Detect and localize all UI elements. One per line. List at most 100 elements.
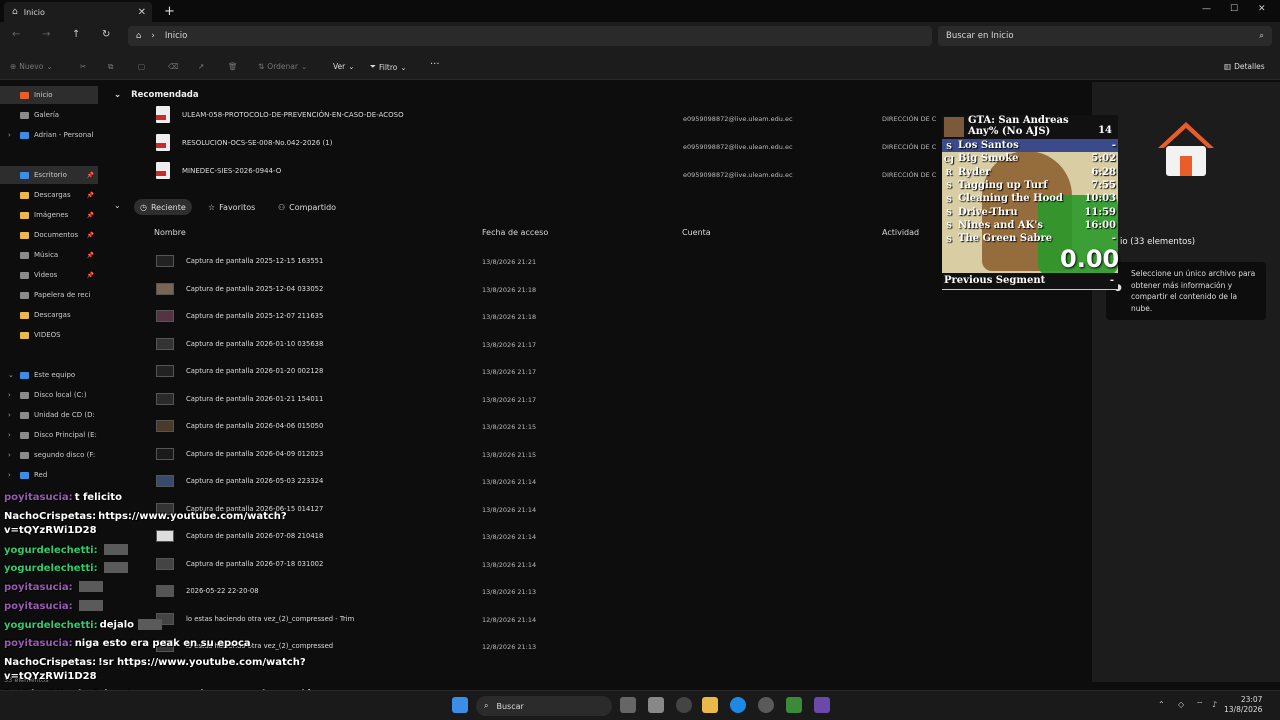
column-date[interactable]: Fecha de acceso [482,228,548,237]
details-button[interactable]: ▥ Detalles [1224,62,1265,71]
column-activity[interactable]: Actividad [882,228,919,237]
column-name[interactable]: Nombre [154,228,186,237]
chevron-down-icon[interactable]: ⌄ [114,201,121,210]
refresh-icon[interactable]: ↻ [102,29,110,40]
view-button[interactable]: Ver ⌄ [333,62,355,71]
obs-icon[interactable] [676,697,692,713]
sort-button[interactable]: ⇅ Ordenar ⌄ [258,62,307,71]
chevron-right-icon[interactable]: › [8,391,11,399]
file-row[interactable]: Captura de pantalla 2026-04-09 012023 [156,444,716,464]
network-icon[interactable]: ◇ [1178,700,1184,709]
sidebar-item-16[interactable]: › segundo disco (F: [0,446,98,464]
volume-icon[interactable]: ♪ [1212,700,1217,709]
cut-icon[interactable]: ✂ [80,62,86,71]
store-icon[interactable] [648,697,664,713]
close-window-button[interactable]: ✕ [1258,4,1266,14]
sidebar-item-13[interactable]: › Disco local (C:) [0,386,98,404]
chevron-right-icon[interactable]: › [8,431,11,439]
more-options-button[interactable]: ··· [430,59,440,70]
recommended-item[interactable]: ULEAM-058-PROTOCOLO-DE-PREVENCIÓN-EN-CAS… [156,106,404,123]
pin-icon[interactable]: 📌 [87,232,94,239]
taskbar-clock[interactable]: 23:07 13/8/2026 [1224,695,1262,715]
file-row[interactable]: Captura de pantalla 2025-12-04 033052 [156,279,716,299]
address-field[interactable]: ⌂ › Inicio [128,26,932,46]
recommended-section[interactable]: ⌄ Recomendada [114,90,199,100]
file-row[interactable]: Captura de pantalla 2026-05-03 223324 [156,471,716,491]
tab-favorites[interactable]: ☆ Favoritos [202,199,261,215]
sidebar-item-10[interactable]: Descargas [0,306,98,324]
new-tab-button[interactable]: + [164,4,175,19]
file-row[interactable]: Captura de pantalla 2026-01-10 035638 [156,334,716,354]
sidebar-item-17[interactable]: › Red [0,466,98,484]
sidebar-item-7[interactable]: Música 📌 [0,246,98,264]
file-date: 13/8/2026 21:14 [482,533,537,541]
column-account[interactable]: Cuenta [682,228,711,237]
taskbar-search[interactable]: ⌕ Buscar [476,696,612,716]
split-row: S The Green Sabre - [942,232,1118,245]
sidebar-item-9[interactable]: Papelera de reci [0,286,98,304]
share-icon[interactable]: ↗ [198,62,204,71]
chat-message: yogurdelechetti: [4,562,128,574]
tab-recent[interactable]: ◷ Reciente [134,199,192,215]
pin-icon[interactable]: 📌 [87,212,94,219]
search-input[interactable]: Buscar en Inicio ⌕ [938,26,1272,46]
sidebar-item-4[interactable]: Descargas 📌 [0,186,98,204]
pin-icon[interactable]: 📌 [87,272,94,279]
file-name: Captura de pantalla 2025-12-04 033052 [186,284,324,293]
file-thumbnail [156,337,174,350]
filter-button[interactable]: ⏷ Filtro ⌄ [370,62,407,72]
task-view-icon[interactable] [620,697,636,713]
pin-icon[interactable]: 📌 [87,172,94,179]
chevron-right-icon[interactable]: › [8,131,11,139]
sidebar-item-5[interactable]: Imágenes 📌 [0,206,98,224]
sidebar-item-0[interactable]: Inicio [0,86,98,104]
chevron-right-icon[interactable]: › [8,471,11,479]
sidebar-item-8[interactable]: Videos 📌 [0,266,98,284]
tab-shared[interactable]: ⚇ Compartido [272,199,342,215]
app-icon-2[interactable] [814,697,830,713]
recommended-item[interactable]: MINEDEC-SIES-2026-0944-O [156,162,281,179]
chevron-right-icon[interactable]: › [8,451,11,459]
sidebar-item-label: Descargas [34,191,71,199]
sidebar-item-2[interactable]: › Adrian - Personal [0,126,98,144]
tab-close-icon[interactable]: ✕ [138,7,146,18]
forward-icon[interactable]: → [42,29,50,40]
rename-icon[interactable]: ⌫ [168,62,179,71]
file-row[interactable]: Captura de pantalla 2025-12-15 163551 [156,251,716,271]
sidebar-item-3[interactable]: Escritorio 📌 [0,166,98,184]
maximize-button[interactable]: ☐ [1230,4,1238,14]
copy-icon[interactable]: ⧉ [108,62,113,72]
chevron-right-icon[interactable]: › [8,411,11,419]
sidebar-item-12[interactable]: ⌄ Este equipo [0,366,98,384]
up-icon[interactable]: ↑ [72,29,80,40]
paste-icon[interactable]: ▢ [138,62,145,71]
breadcrumb[interactable]: Inicio [165,31,188,41]
pin-icon[interactable]: 📌 [87,192,94,199]
chevron-up-icon[interactable]: ⌃ [1158,700,1165,709]
desktop-icon [20,171,29,179]
file-row[interactable]: Captura de pantalla 2026-04-06 015050 [156,416,716,436]
start-icon[interactable] [452,697,468,713]
sidebar-item-11[interactable]: VIDEOS [0,326,98,344]
app-icon[interactable] [758,697,774,713]
livesplit-icon[interactable] [786,697,802,713]
pin-icon[interactable]: 📌 [87,252,94,259]
sidebar-item-14[interactable]: › Unidad de CD (D: [0,406,98,424]
back-icon[interactable]: ← [12,29,20,40]
chevron-right-icon[interactable]: ⌄ [8,371,14,379]
file-row[interactable]: Captura de pantalla 2026-01-20 002128 [156,361,716,381]
recommended-item[interactable]: RESOLUCION-OCS-SE-008-No.042-2026 (1) [156,134,332,151]
file-row[interactable]: Captura de pantalla 2025-12-07 211635 [156,306,716,326]
file-row[interactable]: Captura de pantalla 2026-01-21 154011 [156,389,716,409]
wifi-icon[interactable]: ⌔ [1196,700,1204,710]
file-explorer-icon[interactable] [702,697,718,713]
split-name: Ryder [958,166,991,178]
sidebar-item-1[interactable]: Galería [0,106,98,124]
minimize-button[interactable]: — [1202,4,1211,14]
new-button[interactable]: ⊕ Nuevo ⌄ [10,62,53,71]
sidebar-item-15[interactable]: › Disco Principal (E: [0,426,98,444]
tab-inicio[interactable]: ⌂ Inicio ✕ [4,2,152,22]
delete-icon[interactable]: 🗑 [228,62,238,71]
sidebar-item-6[interactable]: Documentos 📌 [0,226,98,244]
edge-icon[interactable] [730,697,746,713]
